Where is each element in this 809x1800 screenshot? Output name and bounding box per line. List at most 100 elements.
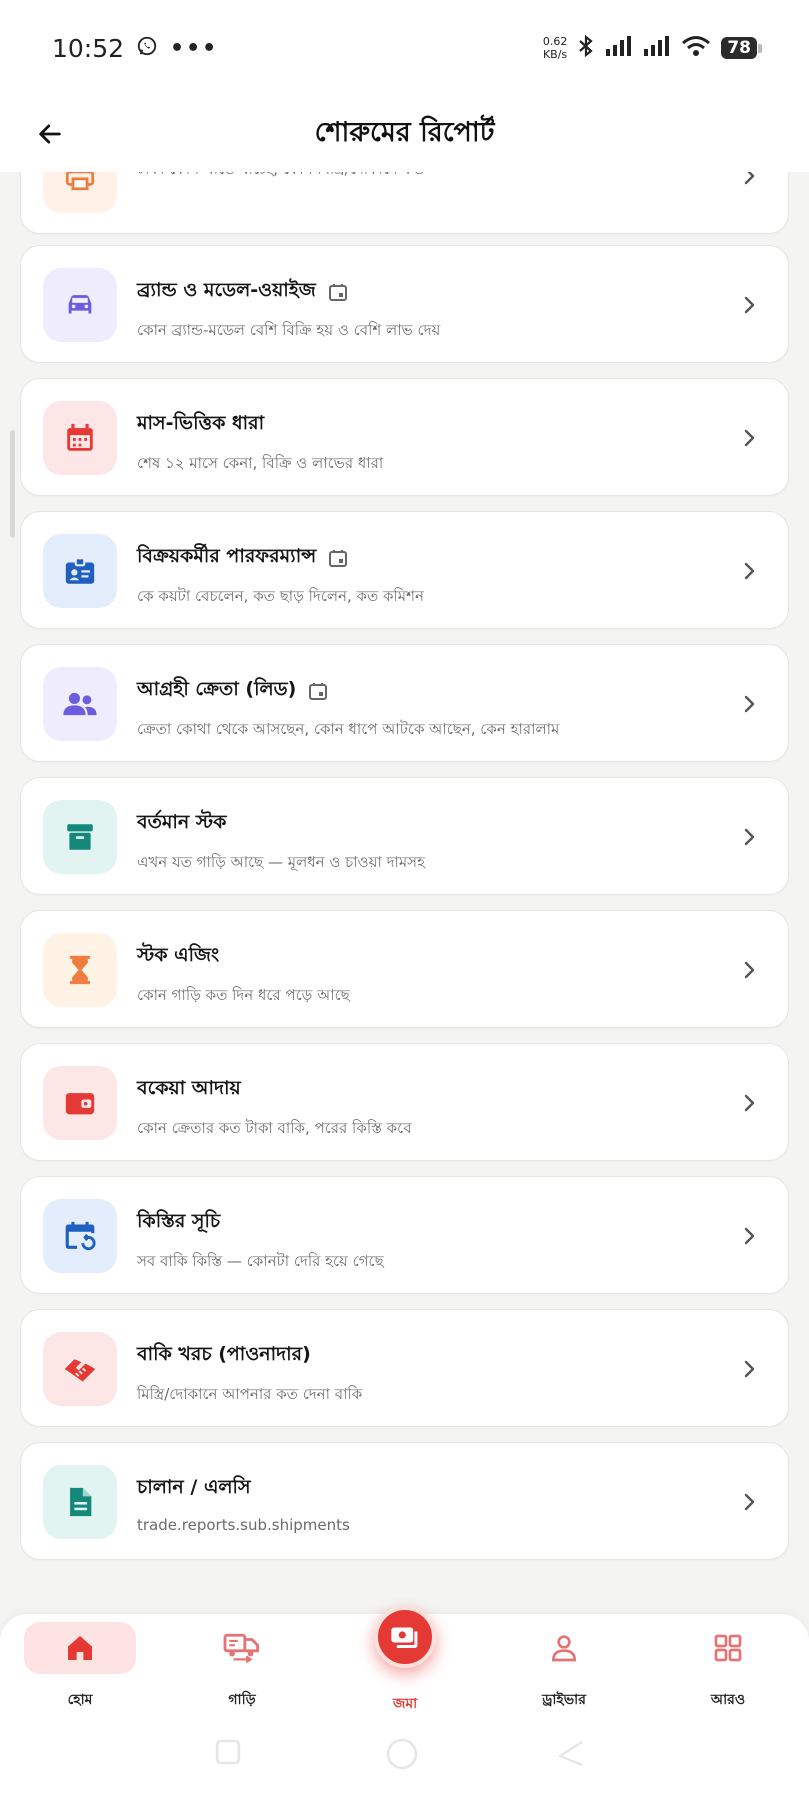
card-texts: আগ্রহী ক্রেতা (লিড) ক্রেতা কোথা থেকে আসছ… — [137, 675, 708, 743]
card-title: বাকি খরচ (পাওনাদার) — [137, 1343, 311, 1365]
card-texts: চালান / এলসি trade.reports.sub.shipments — [137, 1473, 708, 1534]
deposit-fab-button[interactable] — [374, 1606, 436, 1668]
icon-box — [43, 172, 117, 213]
recent-apps-button[interactable] — [214, 1738, 242, 1766]
calendar-icon — [67, 423, 93, 451]
signal-icon-2 — [643, 35, 671, 61]
nav-home[interactable]: হোম — [24, 1622, 136, 1712]
report-card-expenses[interactable]: টাকা কোন খাতে যাচ্ছে, কোন মিস্ত্রি/দোকান… — [20, 172, 789, 234]
card-title: চালান / এলসি — [137, 1476, 251, 1498]
document-icon — [70, 1487, 92, 1517]
arrow-left-icon — [39, 124, 61, 144]
report-card-dues-collection[interactable]: বকেয়া আদায় কোন ক্রেতার কত টাকা বাকি, প… — [20, 1043, 789, 1161]
icon-box — [43, 933, 117, 1007]
card-texts: মাস-ভিত্তিক ধারা শেষ ১২ মাসে কেনা, বিক্র… — [137, 409, 708, 477]
card-title: ব্র্যান্ড ও মডেল-ওয়াইজ — [137, 279, 316, 301]
card-subtitle: এখন যত গাড়ি আছে — মূলধন ও চাওয়া দামসহ — [137, 853, 425, 871]
nav-more[interactable]: আরও — [672, 1622, 784, 1712]
net-speed: 0.62 KB/s — [543, 35, 568, 61]
report-list[interactable]: টাকা কোন খাতে যাচ্ছে, কোন মিস্ত্রি/দোকান… — [0, 172, 809, 1612]
calendar-date-icon — [309, 683, 328, 700]
chevron-right-icon — [744, 296, 755, 314]
bluetooth-icon — [577, 34, 595, 62]
scroll-indicator[interactable] — [10, 430, 15, 538]
card-subtitle: কোন ব্র্যান্ড-মডেল বেশি বিক্রি হয় ও বেশ… — [137, 321, 441, 339]
card-title: বর্তমান স্টক — [137, 811, 227, 833]
icon-box — [43, 1066, 117, 1140]
card-texts: বাকি খরচ (পাওনাদার) মিস্ত্রি/দোকানে আপনা… — [137, 1340, 708, 1408]
nav-icon-wrap — [186, 1622, 298, 1674]
report-card-monthly-trend[interactable]: মাস-ভিত্তিক ধারা শেষ ১২ মাসে কেনা, বিক্র… — [20, 378, 789, 496]
battery-indicator: 78 — [721, 37, 762, 59]
card-subtitle: ক্রেতা কোথা থেকে আসছেন, কোন ধাপে আটকে আছ… — [137, 720, 560, 738]
report-card-brand-model[interactable]: ব্র্যান্ড ও মডেল-ওয়াইজ কোন ব্র্যান্ড-মড… — [20, 245, 789, 363]
wifi-icon — [681, 35, 711, 61]
chevron-right-icon — [744, 961, 755, 979]
signal-icon — [605, 35, 633, 61]
nav-driver[interactable]: ড্রাইভার — [508, 1622, 620, 1712]
icon-box — [43, 1199, 117, 1273]
report-card-stock-aging[interactable]: স্টক এজিং কোন গাড়ি কত দিন ধরে পড়ে আছে — [20, 910, 789, 1028]
back-button[interactable] — [28, 112, 72, 156]
system-nav-bar — [0, 1716, 809, 1800]
status-left: 10:52 ••• — [52, 34, 218, 63]
printer-icon — [65, 172, 95, 191]
report-card-shipments[interactable]: চালান / এলসি trade.reports.sub.shipments — [20, 1442, 789, 1560]
card-title: বকেয়া আদায় — [137, 1077, 241, 1099]
car-icon — [68, 295, 92, 314]
nav-label-more: আরও — [710, 1692, 746, 1708]
icon-box — [43, 534, 117, 608]
card-texts: কিস্তির সূচি সব বাকি কিস্তি — কোনটা দেরি… — [137, 1207, 708, 1275]
card-subtitle: টাকা কোন খাতে যাচ্ছে, কোন মিস্ত্রি/দোকান… — [137, 172, 708, 183]
whatsapp-icon — [136, 34, 158, 63]
card-subtitle: কোন গাড়ি কত দিন ধরে পড়ে আছে — [137, 986, 350, 1004]
card-subtitle: মিস্ত্রি/দোকানে আপনার কত দেনা বাকি — [137, 1385, 363, 1403]
report-card-salesperson-performance[interactable]: বিক্রয়কর্মীর পারফরম্যান্স কে কয়টা বেচল… — [20, 511, 789, 629]
nav-label-vehicles: গাড়ি — [228, 1692, 256, 1708]
net-speed-unit: KB/s — [542, 48, 568, 61]
report-card-leads[interactable]: আগ্রহী ক্রেতা (লিড) ক্রেতা কোথা থেকে আসছ… — [20, 644, 789, 762]
icon-box — [43, 800, 117, 874]
card-title: স্টক এজিং — [137, 944, 220, 966]
status-bar: 10:52 ••• 0.62 KB/s 78 — [0, 0, 809, 96]
chevron-right-icon — [744, 828, 755, 846]
more-notifications-icon: ••• — [170, 35, 219, 61]
status-right: 0.62 KB/s 78 — [543, 34, 762, 62]
cash-icon — [391, 1627, 418, 1649]
archive-box-icon — [67, 824, 93, 850]
card-title: আগ্রহী ক্রেতা (লিড) — [137, 678, 297, 700]
card-texts: বিক্রয়কর্মীর পারফরম্যান্স কে কয়টা বেচল… — [137, 542, 708, 610]
nav-label-driver: ড্রাইভার — [542, 1692, 586, 1708]
card-subtitle: সব বাকি কিস্তি — কোনটা দেরি হয়ে গেছে — [137, 1252, 384, 1270]
chevron-right-icon — [744, 1227, 755, 1245]
chevron-right-icon — [744, 1493, 755, 1511]
card-subtitle: শেষ ১২ মাসে কেনা, বিক্রি ও লাভের ধারা — [137, 454, 384, 472]
report-card-payables[interactable]: বাকি খরচ (পাওনাদার) মিস্ত্রি/দোকানে আপনা… — [20, 1309, 789, 1427]
chevron-right-icon — [744, 1360, 755, 1378]
icon-box — [43, 401, 117, 475]
card-texts: ব্র্যান্ড ও মডেল-ওয়াইজ কোন ব্র্যান্ড-মড… — [137, 276, 708, 344]
bottom-nav: হোম গাড়ি জমা ড্রাইভার আরও — [0, 1606, 809, 1716]
icon-box — [43, 1332, 117, 1406]
icon-box — [43, 667, 117, 741]
card-title: বিক্রয়কর্মীর পারফরম্যান্স — [137, 545, 317, 567]
card-subtitle: trade.reports.sub.shipments — [137, 1516, 350, 1534]
home-icon — [68, 1636, 92, 1660]
chevron-right-icon — [744, 172, 755, 185]
back-system-button[interactable] — [556, 1738, 586, 1768]
icon-box — [43, 268, 117, 342]
report-card-installment-schedule[interactable]: কিস্তির সূচি সব বাকি কিস্তি — কোনটা দেরি… — [20, 1176, 789, 1294]
calendar-repeat-icon — [65, 1221, 96, 1251]
card-title-row: ব্র্যান্ড ও মডেল-ওয়াইজ — [137, 276, 708, 308]
grid-icon — [714, 1634, 742, 1662]
wallet-icon — [65, 1093, 95, 1115]
report-card-current-stock[interactable]: বর্তমান স্টক এখন যত গাড়ি আছে — মূলধন ও … — [20, 777, 789, 895]
person-icon — [551, 1635, 577, 1662]
card-texts: টাকা কোন খাতে যাচ্ছে, কোন মিস্ত্রি/দোকান… — [137, 172, 708, 183]
home-system-button[interactable] — [385, 1738, 419, 1772]
card-title: মাস-ভিত্তিক ধারা — [137, 412, 265, 434]
people-icon — [63, 692, 97, 716]
nav-vehicles[interactable]: গাড়ি — [186, 1622, 298, 1712]
card-subtitle: কোন ক্রেতার কত টাকা বাকি, পরের কিস্তি কব… — [137, 1119, 412, 1137]
chevron-right-icon — [744, 1094, 755, 1112]
